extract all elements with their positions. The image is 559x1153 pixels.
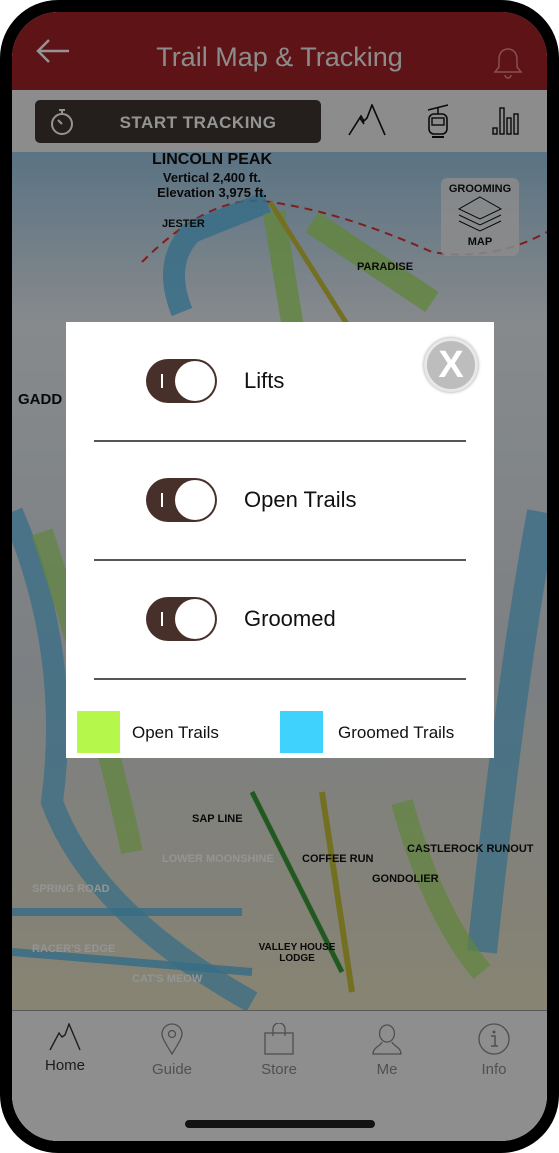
toggle-on-indicator bbox=[161, 374, 163, 388]
toggle-label: Lifts bbox=[244, 368, 285, 393]
toggle-row-lifts: Lifts bbox=[66, 351, 494, 411]
groomed-toggle[interactable] bbox=[146, 597, 217, 641]
divider bbox=[94, 559, 466, 561]
legend-swatch-open bbox=[77, 711, 120, 753]
legend-label: Groomed Trails bbox=[338, 723, 455, 742]
toggle-knob bbox=[175, 599, 215, 639]
map-layers-modal: X Lifts Open Trails Groomed Open Trails … bbox=[66, 322, 494, 758]
toggle-row-open-trails: Open Trails bbox=[66, 470, 494, 530]
toggle-label: Open Trails bbox=[244, 487, 357, 512]
divider bbox=[94, 440, 466, 442]
toggle-on-indicator bbox=[161, 612, 163, 626]
toggle-knob bbox=[175, 480, 215, 520]
toggle-on-indicator bbox=[161, 493, 163, 507]
open-trails-toggle[interactable] bbox=[146, 478, 217, 522]
divider bbox=[94, 678, 466, 680]
toggle-row-groomed: Groomed bbox=[66, 589, 494, 649]
lifts-toggle[interactable] bbox=[146, 359, 217, 403]
toggle-knob bbox=[175, 361, 215, 401]
toggle-label: Groomed bbox=[244, 606, 336, 631]
legend-swatch-groomed bbox=[280, 711, 323, 753]
legend-label: Open Trails bbox=[132, 723, 219, 742]
